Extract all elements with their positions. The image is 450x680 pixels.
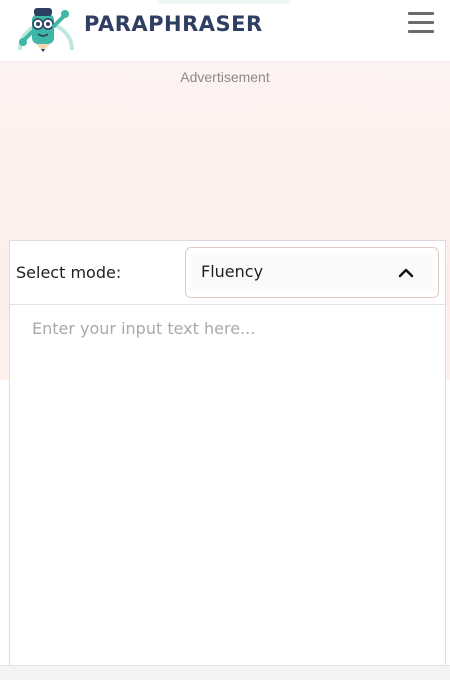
bottom-bar [0,665,450,680]
advertisement-label: Advertisement [180,69,270,85]
mode-select-field[interactable]: Fluency [192,253,432,291]
brand-name[interactable]: PARAPHRASER [84,12,263,36]
pencil-mascot-icon[interactable] [16,4,76,52]
mode-row: Select mode: Fluency [10,241,445,305]
mode-label: Select mode: [16,263,122,282]
mode-selected-value: Fluency [201,262,264,281]
input-text-area[interactable] [10,305,445,680]
site-header: PARAPHRASER [0,0,450,62]
status-pill [158,0,292,4]
paraphrase-panel: Select mode: Fluency [9,240,446,680]
mode-select[interactable]: Fluency [185,247,439,298]
hamburger-menu-icon[interactable] [408,12,434,34]
chevron-up-icon[interactable] [398,266,414,278]
